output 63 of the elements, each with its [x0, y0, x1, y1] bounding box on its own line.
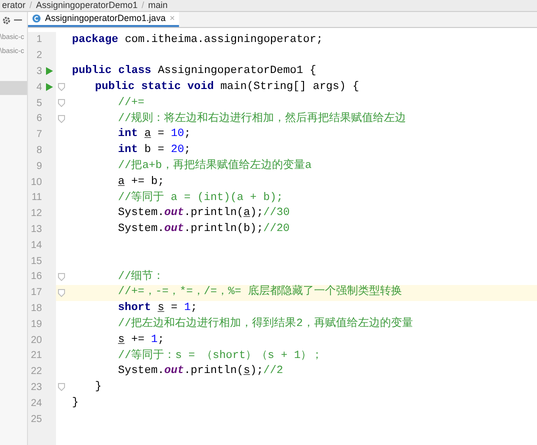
project-tree-item[interactable]: [0, 81, 27, 95]
line-number: 13: [30, 222, 42, 237]
line-number: 7: [35, 128, 42, 142]
code-line: //把左边和右边进行相加，得到结果2，再赋值给左边的变量: [118, 316, 413, 332]
line-number: 20: [30, 334, 42, 348]
code-line: //等同于 a = (int)(a + b);: [118, 190, 284, 206]
fold-marker-icon[interactable]: [58, 114, 64, 123]
code-line: }: [95, 380, 102, 396]
line-number: 16: [30, 270, 42, 284]
line-number: 3: [35, 64, 42, 79]
code-line: public class AssigningoperatorDemo1 {: [72, 64, 316, 80]
code-line: a += b;: [118, 174, 164, 190]
line-number: 4: [35, 80, 42, 95]
fold-marker-icon[interactable]: [58, 383, 64, 392]
line-number: 14: [30, 238, 42, 253]
line-number: 23: [30, 380, 42, 395]
fold-marker-icon[interactable]: [58, 99, 64, 108]
editor-tab[interactable]: AssigningoperatorDemo1.java ×: [28, 12, 179, 27]
breadcrumb-separator: /: [142, 1, 144, 10]
line-number: 15: [30, 254, 42, 269]
code-line: //等同于：s = （short）（s + 1）；: [118, 348, 323, 364]
code-line: public static void main(String[] args) {: [95, 80, 360, 96]
breadcrumb-item[interactable]: erator: [2, 1, 26, 10]
line-number: 19: [30, 318, 42, 332]
code-line: System.out.println(a);//30: [118, 206, 290, 222]
code-line: short s = 1;: [118, 301, 198, 316]
code-line: //把a+b，再把结果赋值给左边的变量a: [118, 158, 312, 174]
breadcrumb-item[interactable]: main: [148, 1, 168, 10]
code-line: System.out.println(s);//2: [118, 364, 284, 380]
line-number: 1: [35, 33, 42, 48]
line-number: 6: [35, 112, 42, 126]
fold-marker-icon[interactable]: [58, 272, 64, 281]
code-line: package com.itheima.assigningoperator;: [72, 32, 323, 48]
fold-marker-icon[interactable]: [58, 288, 64, 297]
code-line: System.out.println(b);//20: [118, 222, 290, 238]
code-line: int b = 20;: [118, 143, 191, 158]
code-line: //+=: [118, 96, 144, 111]
code-line: int a = 10;: [118, 127, 191, 142]
code-line: //+=，-=，*=，/=，%= 底层都隐藏了一个强制类型转换: [118, 284, 402, 300]
line-number: 11: [30, 191, 42, 206]
run-icon[interactable]: [46, 83, 52, 92]
line-number: 9: [35, 160, 42, 174]
line-number: 24: [30, 396, 42, 411]
breadcrumb-separator: /: [30, 1, 32, 10]
line-number: 12: [30, 207, 42, 222]
code-line: s += 1;: [118, 332, 164, 348]
breadcrumb-item[interactable]: AssigningoperatorDemo1: [36, 1, 138, 10]
line-number: 5: [35, 96, 42, 111]
line-number: 18: [30, 302, 42, 316]
line-number: 8: [35, 144, 42, 158]
line-number: 10: [30, 176, 42, 190]
line-number: 17: [30, 286, 42, 300]
line-number: 2: [35, 49, 42, 64]
code-line: }: [72, 396, 79, 411]
code-line: //细节：: [118, 269, 164, 285]
line-number: 25: [30, 412, 42, 427]
fold-marker-icon[interactable]: [58, 83, 64, 92]
run-icon[interactable]: [46, 67, 52, 76]
line-number: 22: [30, 365, 42, 380]
code-line: //规则：将左边和右边进行相加，然后再把结果赋值给左边: [118, 111, 406, 127]
gear-icon[interactable]: [2, 16, 11, 24]
line-number: 21: [30, 349, 42, 364]
class-file-icon: [32, 14, 41, 23]
